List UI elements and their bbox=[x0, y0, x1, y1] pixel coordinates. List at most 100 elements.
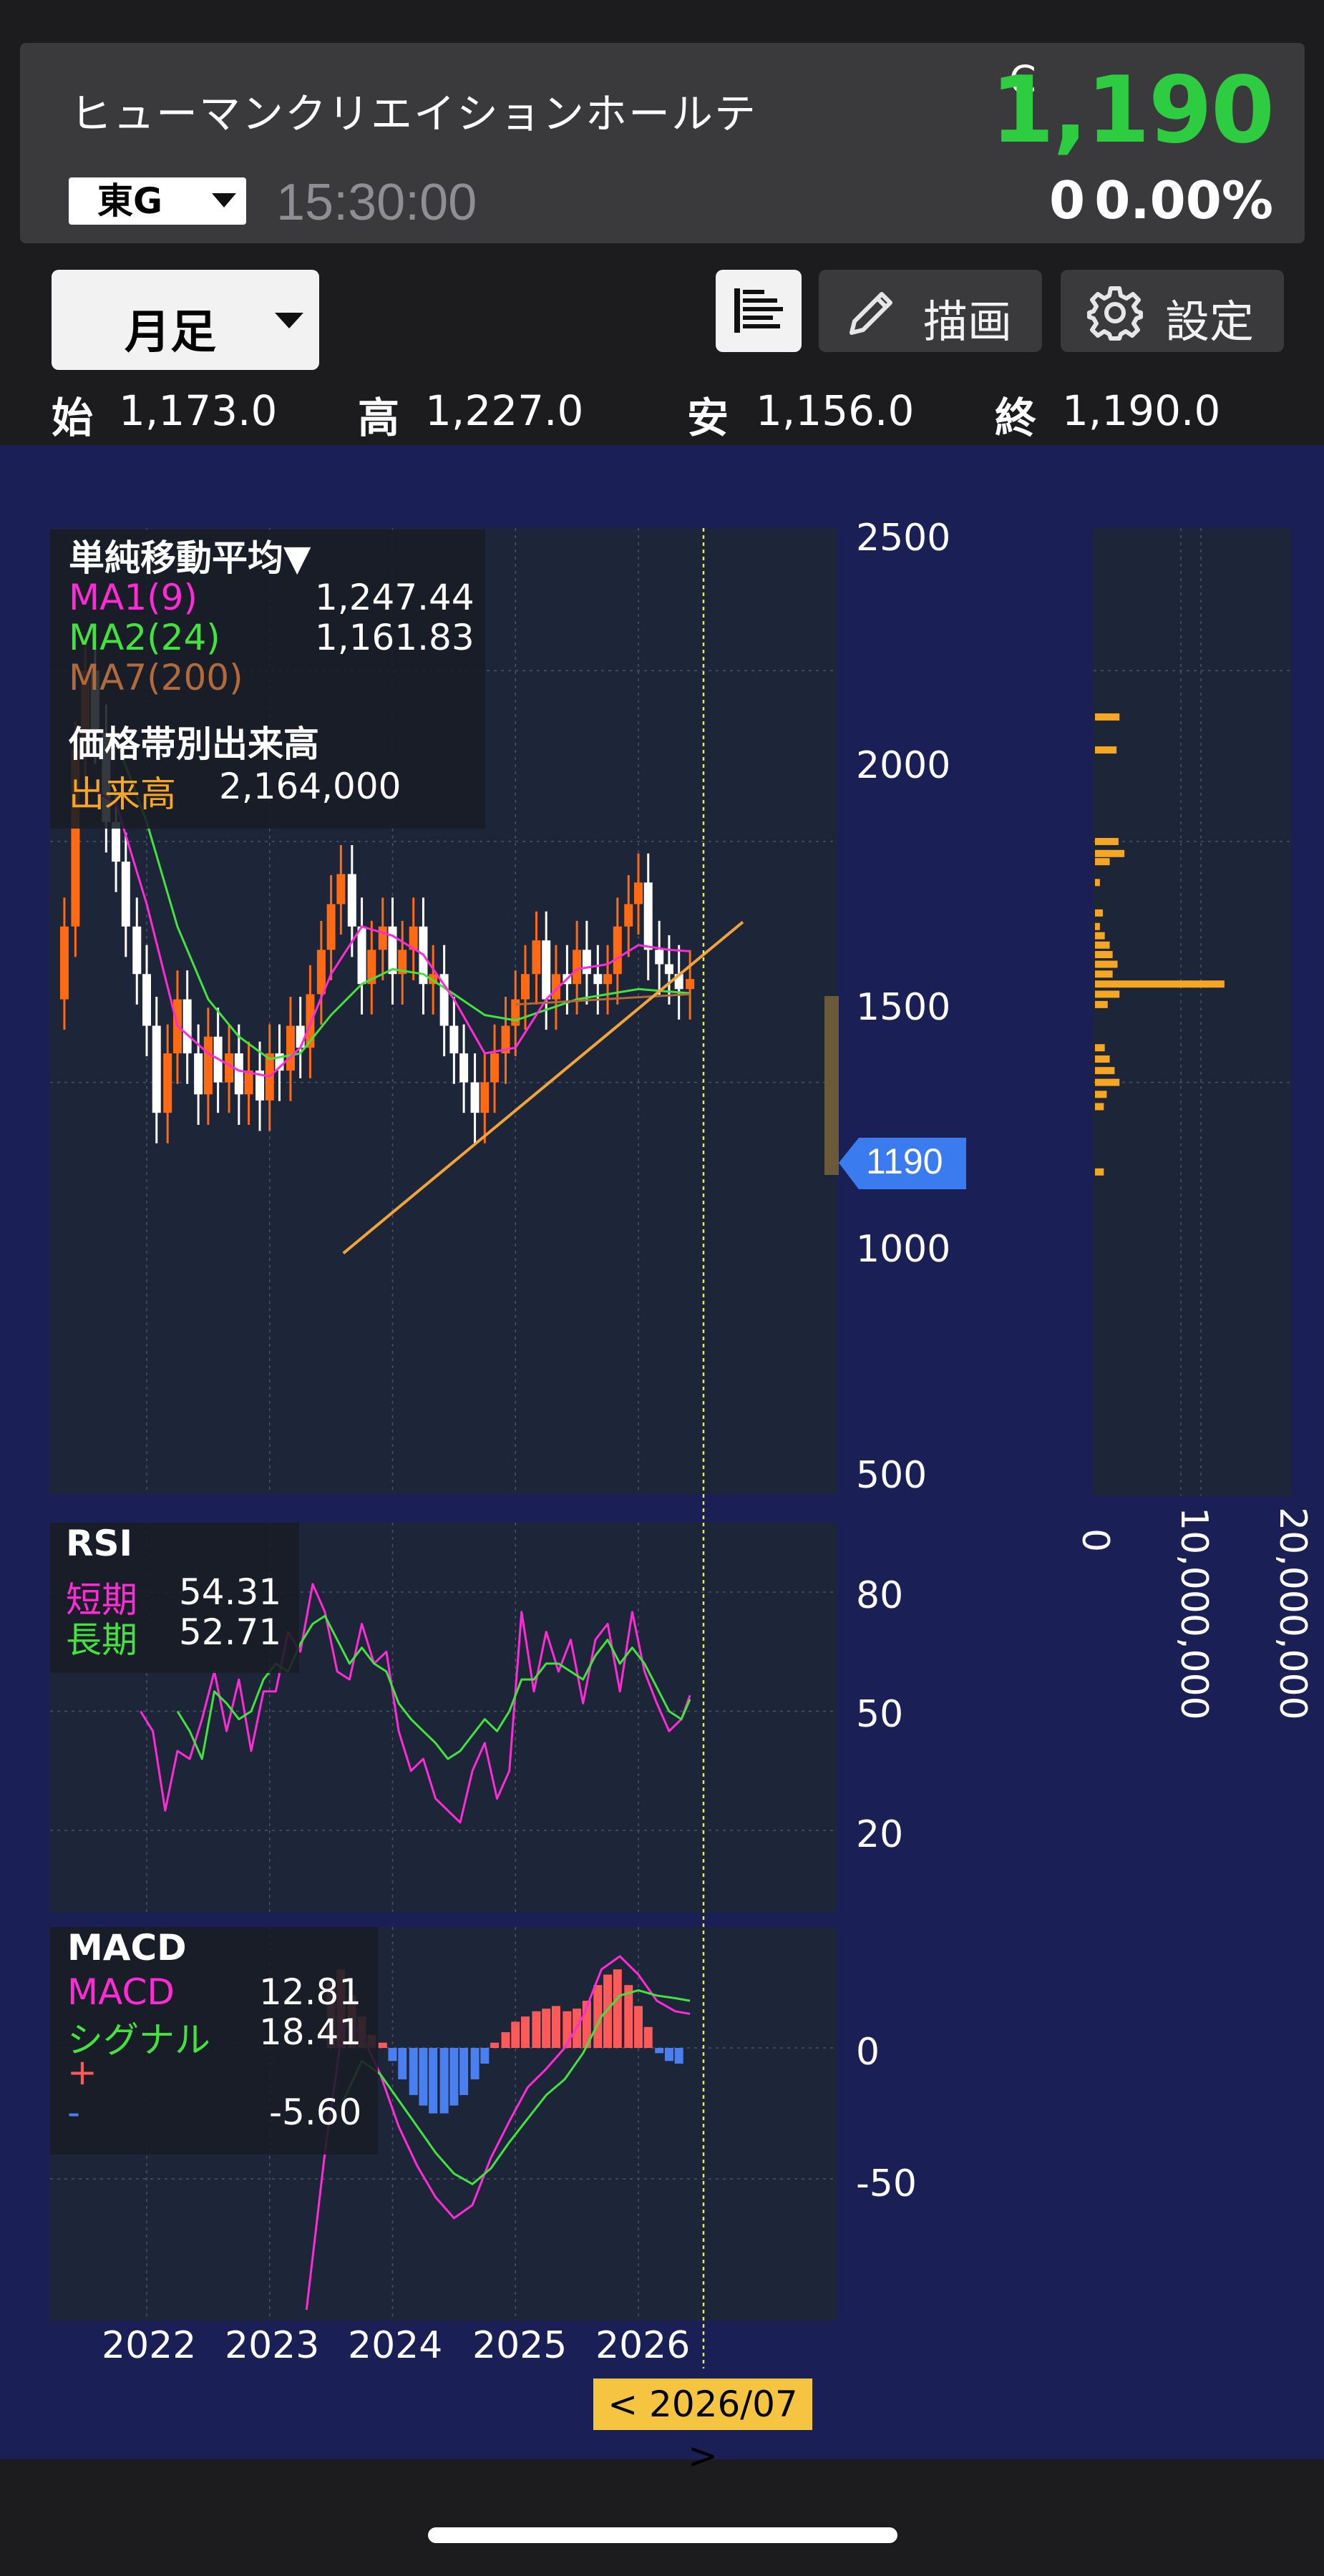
candle-body bbox=[378, 926, 387, 950]
rsi-legend[interactable]: RSI 短期 54.31 長期 52.71 bbox=[50, 1523, 299, 1673]
ma7-label: MA7(200) bbox=[69, 657, 243, 698]
candle-body bbox=[59, 926, 69, 1000]
candle-body bbox=[132, 926, 142, 975]
volume-bar bbox=[1095, 960, 1118, 968]
macd-histogram-bar bbox=[551, 2006, 560, 2048]
macd-histogram-bar bbox=[378, 2042, 387, 2048]
macd-value: 12.81 bbox=[259, 1971, 362, 2013]
candle-body bbox=[470, 1082, 480, 1113]
volume-bar bbox=[1095, 1055, 1110, 1063]
candle-body bbox=[624, 904, 633, 927]
volume-bar bbox=[1095, 1044, 1105, 1052]
candle-body bbox=[634, 882, 643, 904]
rsi-tick: 80 bbox=[856, 1574, 904, 1617]
volume-profile-panel bbox=[1094, 528, 1291, 1496]
macd-histogram-bar bbox=[501, 2032, 510, 2048]
ma-legend-title[interactable]: 単純移動平均▼ bbox=[69, 530, 311, 581]
macd-label: MACD bbox=[67, 1971, 175, 2013]
candle-body bbox=[121, 862, 130, 927]
date-badge[interactable]: < 2026/07 > bbox=[593, 2379, 812, 2477]
year-tick: 2026 bbox=[595, 2324, 691, 2367]
candle-body bbox=[520, 974, 530, 1000]
candle-body bbox=[244, 1070, 253, 1095]
hist-minus-label: - bbox=[67, 2092, 81, 2133]
candle-body bbox=[613, 926, 622, 975]
macd-histogram-bar bbox=[388, 2048, 397, 2062]
rsi-tick: 50 bbox=[856, 1693, 904, 1736]
macd-legend[interactable]: MACD MACD 12.81 シグナル 18.41 + - -5.60 bbox=[50, 1927, 378, 2155]
price-range-bar bbox=[824, 996, 839, 1175]
volume-bar bbox=[1095, 858, 1110, 866]
volume-bar bbox=[1095, 980, 1225, 988]
candle-body bbox=[603, 974, 613, 985]
macd-title: MACD bbox=[67, 1927, 187, 1968]
macd-histogram-bar bbox=[603, 1974, 613, 2048]
candle-body bbox=[449, 1025, 459, 1054]
macd-tick: 0 bbox=[856, 2031, 880, 2074]
candle-body bbox=[542, 940, 551, 1000]
volume-bar bbox=[1095, 932, 1105, 940]
chart-canvas[interactable]: 1190 bbox=[0, 0, 1324, 2576]
macd-histogram-bar bbox=[643, 2026, 653, 2048]
candle-body bbox=[286, 1025, 295, 1071]
volume-bar bbox=[1095, 941, 1110, 949]
candle-body bbox=[182, 999, 192, 1054]
volume-bar bbox=[1095, 909, 1103, 917]
volume-bar bbox=[1095, 1067, 1115, 1075]
macd-histogram-bar bbox=[655, 2048, 664, 2054]
volume-bar bbox=[1095, 713, 1120, 721]
candle-body bbox=[593, 974, 603, 985]
year-tick: 2023 bbox=[225, 2324, 320, 2367]
macd-histogram-bar bbox=[480, 2048, 490, 2064]
volume-bar bbox=[1095, 951, 1113, 959]
macd-histogram-bar bbox=[409, 2048, 418, 2095]
volume-bar bbox=[1095, 1168, 1104, 1176]
candle-body bbox=[203, 1036, 213, 1095]
price-tick: 500 bbox=[856, 1454, 928, 1497]
macd-histogram-bar bbox=[634, 2006, 643, 2048]
macd-histogram-bar bbox=[664, 2048, 673, 2062]
candle-body bbox=[142, 974, 151, 1026]
price-tick: 2500 bbox=[856, 517, 951, 560]
candle-body bbox=[316, 950, 326, 995]
candle-body bbox=[234, 1053, 243, 1095]
macd-histogram-bar bbox=[459, 2048, 469, 2095]
candle-body bbox=[388, 926, 397, 975]
ma-legend[interactable]: 単純移動平均▼ MA1(9) 1,247.44 MA2(24) 1,161.83… bbox=[50, 530, 485, 829]
macd-histogram-bar bbox=[470, 2048, 480, 2079]
rsi-long-value: 52.71 bbox=[179, 1611, 282, 1653]
volume-profile-title: 価格帯別出来高 bbox=[69, 723, 319, 765]
macd-tick: -50 bbox=[856, 2162, 917, 2205]
price-tick: 1500 bbox=[856, 986, 951, 1029]
volume-label: 出来高 bbox=[69, 774, 176, 815]
price-tick: 1000 bbox=[856, 1228, 951, 1271]
candle-body bbox=[152, 1025, 161, 1113]
rsi-long-label: 長期 bbox=[66, 1619, 137, 1661]
ma1-label: MA1(9) bbox=[69, 577, 198, 618]
macd-histogram-bar bbox=[674, 2048, 683, 2064]
volume-bar bbox=[1095, 1091, 1107, 1098]
volume-bar bbox=[1095, 746, 1117, 754]
year-tick: 2025 bbox=[472, 2324, 568, 2367]
candle-body bbox=[347, 874, 356, 927]
candle-body bbox=[336, 874, 346, 904]
hist-minus-value: -5.60 bbox=[269, 2092, 362, 2133]
candle-body bbox=[532, 940, 541, 975]
hist-plus-label: + bbox=[67, 2051, 97, 2093]
macd-histogram-bar bbox=[520, 2016, 530, 2048]
volume-bar bbox=[1095, 879, 1100, 887]
candle-body bbox=[643, 882, 653, 950]
candle-body bbox=[326, 904, 336, 950]
macd-histogram-bar bbox=[449, 2048, 459, 2106]
macd-histogram-bar bbox=[398, 2048, 407, 2079]
volume-bar bbox=[1095, 990, 1120, 998]
ma2-label: MA2(24) bbox=[69, 617, 220, 658]
ma1-value: 1,247.44 bbox=[315, 577, 474, 618]
volume-tick: 10,000,000 bbox=[1172, 1507, 1215, 1720]
macd-histogram-bar bbox=[419, 2048, 428, 2106]
candle-body bbox=[686, 979, 695, 990]
macd-histogram-bar bbox=[613, 1969, 622, 2048]
volume-bar bbox=[1095, 1078, 1120, 1086]
candle-body bbox=[357, 926, 366, 985]
home-indicator[interactable] bbox=[428, 2527, 897, 2543]
